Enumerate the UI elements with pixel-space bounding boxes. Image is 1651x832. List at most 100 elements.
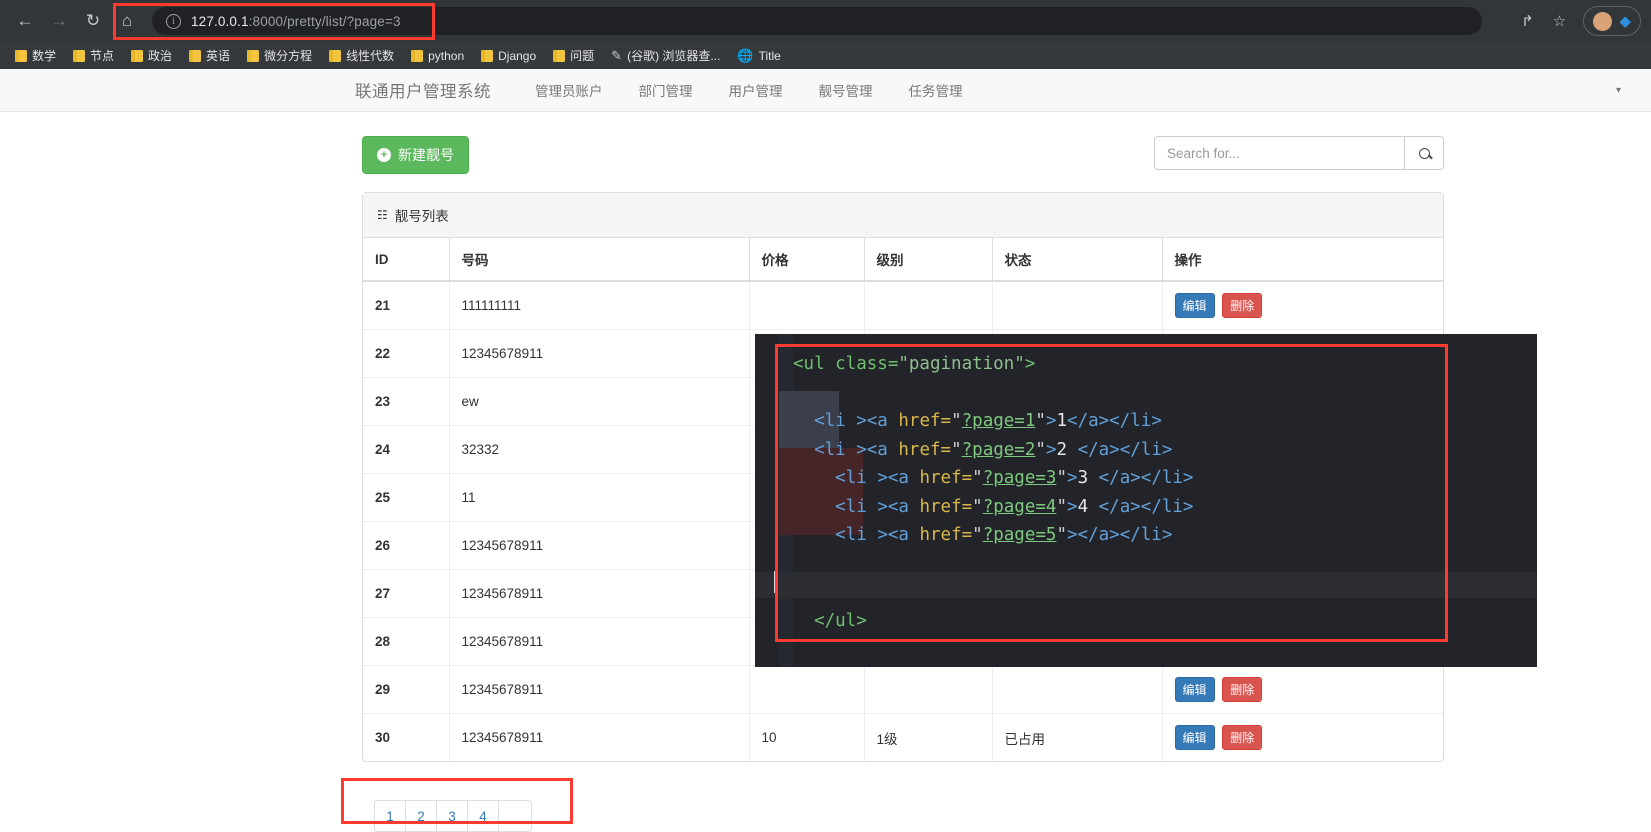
cell-number: 32332 xyxy=(449,425,750,474)
home-icon[interactable]: ⌂ xyxy=(112,6,142,36)
page-link-5[interactable] xyxy=(498,800,532,832)
delete-button[interactable]: 删除 xyxy=(1222,293,1263,318)
bookmark-label: 线性代数 xyxy=(346,49,395,63)
cell-level: 1级 xyxy=(864,713,993,761)
bookmarks-bar: 数学 节点 政治 英语 微分方程 线性代数 python Django 问题 ✎… xyxy=(0,42,1651,69)
bookmark-item[interactable]: 线性代数 xyxy=(322,45,401,66)
nav-item-task[interactable]: 任务管理 xyxy=(893,69,979,111)
folder-icon xyxy=(481,49,494,62)
cell-id: 30 xyxy=(363,713,450,761)
table-row[interactable]: 29 12345678911 编辑 删除 xyxy=(363,665,1443,714)
pagination-item[interactable] xyxy=(498,800,532,832)
bookmark-item[interactable]: 问题 xyxy=(546,45,601,66)
search-button[interactable] xyxy=(1404,136,1444,170)
column-header-price: 价格 xyxy=(749,238,865,282)
bookmark-item[interactable]: 节点 xyxy=(66,45,121,66)
address-bar-url: 127.0.0.1:8000/pretty/list/?page=3 xyxy=(191,14,401,29)
code-content[interactable]: <ul class="pagination"> <li ><a href="?p… xyxy=(793,350,1193,635)
edit-button[interactable]: 编辑 xyxy=(1174,725,1215,750)
code-overlay: <ul class="pagination"> <li ><a href="?p… xyxy=(755,334,1537,667)
cell-number: 111111111 xyxy=(449,281,750,330)
site-info-icon[interactable]: i xyxy=(166,13,181,29)
nav-item-department[interactable]: 部门管理 xyxy=(623,69,709,111)
cell-actions: 编辑 删除 xyxy=(1162,714,1443,762)
chevron-down-icon[interactable]: ▾ xyxy=(1616,85,1621,96)
column-header-status: 状态 xyxy=(992,238,1163,282)
bookmark-star-icon[interactable]: ☆ xyxy=(1545,7,1573,35)
page-link-2[interactable]: 2 xyxy=(405,800,436,832)
table-row[interactable]: 30 12345678911 10 1级 已占用 编辑 删除 xyxy=(363,713,1443,762)
bookmark-item[interactable]: 英语 xyxy=(182,45,237,66)
bookmark-label: 英语 xyxy=(206,49,231,63)
new-button-label: 新建靓号 xyxy=(398,147,454,163)
cell-number: 12345678911 xyxy=(449,569,750,618)
table-header-row: ID 号码 价格 级别 状态 操作 xyxy=(363,238,1443,282)
bookmark-item[interactable]: 🌐 Title xyxy=(730,47,787,65)
pagination-item[interactable]: 1 xyxy=(374,800,405,832)
edit-button[interactable]: 编辑 xyxy=(1174,293,1215,318)
panel-header: ☷ 靓号列表 xyxy=(363,193,1443,238)
url-path: :8000/pretty/list/?page=3 xyxy=(248,13,401,29)
reload-icon[interactable]: ↻ xyxy=(78,6,108,36)
cell-number: 11 xyxy=(449,473,750,522)
forward-icon[interactable]: → xyxy=(44,6,74,36)
bookmark-label: Django xyxy=(498,48,537,63)
bookmark-item[interactable]: 数学 xyxy=(8,45,63,66)
site-brand[interactable]: 联通用户管理系统 xyxy=(355,78,491,102)
cell-id: 27 xyxy=(363,569,450,618)
search-icon xyxy=(1418,147,1430,159)
cell-id: 23 xyxy=(363,377,450,426)
bookmark-label: Title xyxy=(758,48,781,63)
edit-button[interactable]: 编辑 xyxy=(1174,677,1215,702)
folder-icon xyxy=(553,49,566,62)
column-header-actions: 操作 xyxy=(1162,238,1443,282)
bookmark-item[interactable]: 政治 xyxy=(124,45,179,66)
page-link-3[interactable]: 3 xyxy=(436,800,467,832)
cell-id: 22 xyxy=(363,329,450,378)
column-header-id: ID xyxy=(363,238,450,282)
nav-item-pretty-number[interactable]: 靓号管理 xyxy=(803,69,889,111)
cell-number: 12345678911 xyxy=(449,329,750,378)
folder-icon xyxy=(247,49,260,62)
new-pretty-number-button[interactable]: + 新建靓号 xyxy=(362,136,469,174)
cell-status xyxy=(992,665,1163,714)
toolbar-row: + 新建靓号 xyxy=(362,136,1444,174)
site-navbar: 联通用户管理系统 管理员账户 部门管理 用户管理 靓号管理 任务管理 ▾ xyxy=(0,69,1651,112)
delete-button[interactable]: 删除 xyxy=(1222,725,1263,750)
pagination-wrapper: 1 2 3 4 xyxy=(341,778,1651,832)
cell-actions: 编辑 删除 xyxy=(1162,281,1443,330)
folder-icon xyxy=(329,49,342,62)
bookmark-item[interactable]: python xyxy=(404,47,471,65)
delete-button[interactable]: 删除 xyxy=(1222,677,1263,702)
list-icon: ☷ xyxy=(377,208,388,222)
pagination-item[interactable]: 4 xyxy=(467,800,498,832)
page-link-1[interactable]: 1 xyxy=(374,800,405,832)
cell-number: 12345678911 xyxy=(449,521,750,570)
column-header-level: 级别 xyxy=(864,238,993,282)
cell-status: 已占用 xyxy=(992,713,1163,761)
bookmark-item[interactable]: Django xyxy=(474,47,543,65)
cell-number: ew xyxy=(449,377,750,426)
cell-status xyxy=(992,281,1163,330)
address-bar[interactable]: i 127.0.0.1:8000/pretty/list/?page=3 xyxy=(152,7,1482,35)
cell-number: 12345678911 xyxy=(449,617,750,666)
nav-item-user[interactable]: 用户管理 xyxy=(713,69,799,111)
page-link-4[interactable]: 4 xyxy=(467,800,498,832)
back-icon[interactable]: ← xyxy=(10,6,40,36)
pagination-item[interactable]: 2 xyxy=(405,800,436,832)
bookmark-label: 微分方程 xyxy=(264,49,313,63)
profile-pill[interactable]: ◆ xyxy=(1583,6,1641,36)
avatar[interactable] xyxy=(1593,11,1613,31)
cell-id: 28 xyxy=(363,617,450,666)
bookmark-item[interactable]: 微分方程 xyxy=(240,45,319,66)
share-icon[interactable]: ↱ xyxy=(1513,7,1541,35)
bookmark-label: (谷歌) 浏览器查... xyxy=(627,49,721,63)
search-input[interactable] xyxy=(1154,136,1404,170)
nav-item-admin-accounts[interactable]: 管理员账户 xyxy=(519,69,619,111)
bookmark-label: 节点 xyxy=(90,49,115,63)
gem-icon[interactable]: ◆ xyxy=(1619,12,1631,30)
table-row[interactable]: 21 111111111 编辑 删除 xyxy=(363,281,1443,330)
bookmark-item[interactable]: ✎ (谷歌) 浏览器查... xyxy=(604,45,727,66)
pagination-item[interactable]: 3 xyxy=(436,800,467,832)
folder-icon xyxy=(411,49,424,62)
